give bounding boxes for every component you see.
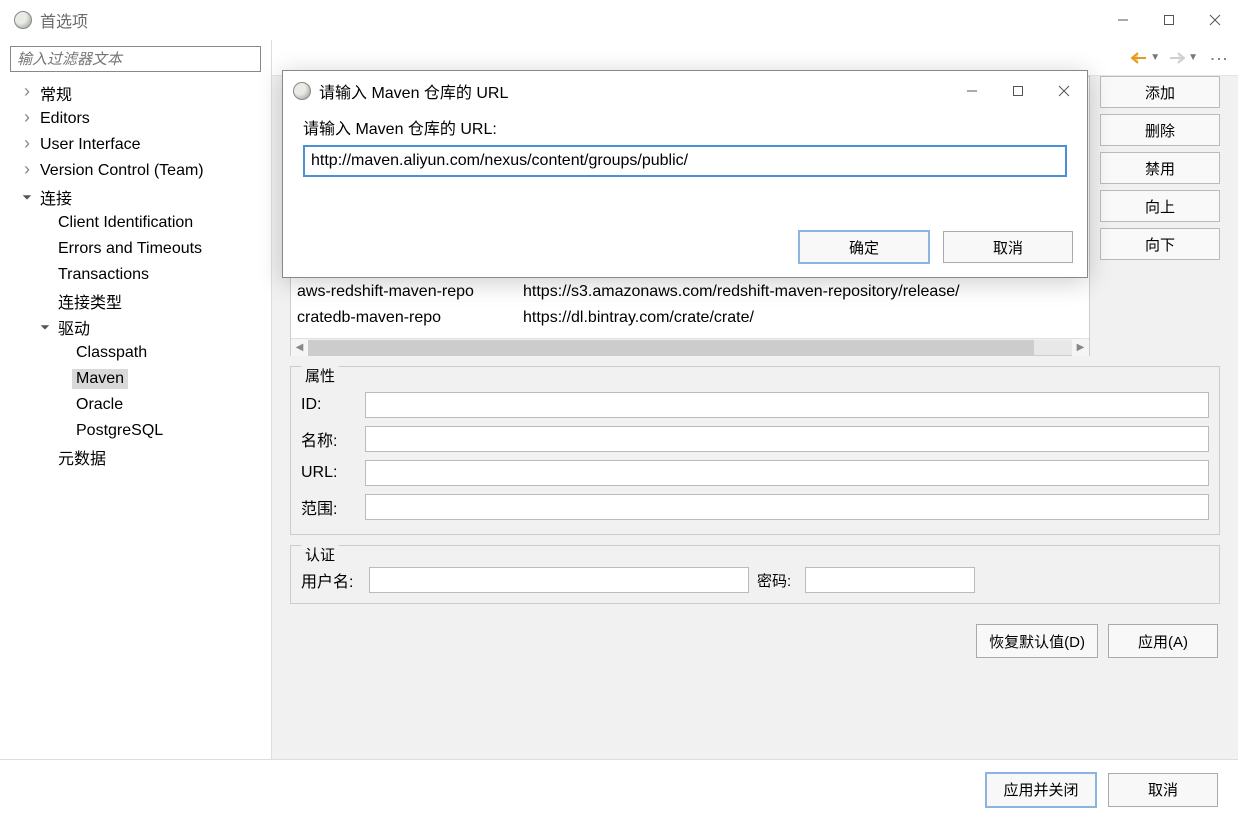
auth-group: 认证 用户名: 密码:	[290, 545, 1220, 604]
move-up-button[interactable]: 向上	[1100, 190, 1220, 222]
cancel-button[interactable]: 取消	[1108, 773, 1218, 807]
horizontal-scrollbar[interactable]: ◀ ▶	[291, 338, 1089, 355]
apply-and-close-button[interactable]: 应用并关闭	[986, 773, 1096, 807]
input-dialog: 请输入 Maven 仓库的 URL 请输入 Maven 仓库的 URL: 确定 …	[282, 70, 1088, 278]
password-label: 密码:	[757, 570, 797, 591]
chevron-right-icon	[20, 109, 34, 130]
tree-item-general[interactable]: 常规	[0, 80, 271, 106]
app-icon	[293, 82, 311, 100]
tree-item-postgres[interactable]: PostgreSQL	[0, 418, 271, 444]
nav-forward-dropdown[interactable]: ▼	[1188, 52, 1198, 63]
tree-item-oracle[interactable]: Oracle	[0, 392, 271, 418]
tree-item-errors[interactable]: Errors and Timeouts	[0, 236, 271, 262]
tree-item-connection[interactable]: 连接	[0, 184, 271, 210]
table-row[interactable]: aws-redshift-maven-repo https://s3.amazo…	[297, 279, 1083, 305]
tree-item-transactions[interactable]: Transactions	[0, 262, 271, 288]
remove-button[interactable]: 删除	[1100, 114, 1220, 146]
properties-group-title: 属性	[301, 365, 339, 386]
window-title: 首选项	[40, 8, 1100, 32]
scroll-left-icon[interactable]: ◀	[291, 339, 308, 356]
apply-button[interactable]: 应用(A)	[1108, 624, 1218, 658]
tree-item-conn-types[interactable]: 连接类型	[0, 288, 271, 314]
scope-field[interactable]	[365, 494, 1209, 520]
username-field[interactable]	[369, 567, 749, 593]
tree-item-classpath[interactable]: Classpath	[0, 340, 271, 366]
chevron-down-icon	[38, 320, 52, 335]
id-field[interactable]	[365, 392, 1209, 418]
dialog-button-bar: 应用并关闭 取消	[0, 759, 1238, 819]
dialog-close-button[interactable]	[1041, 71, 1087, 111]
view-menu-icon[interactable]: ⋮	[1208, 50, 1230, 66]
auth-group-title: 认证	[301, 544, 339, 565]
filter-input[interactable]	[10, 46, 261, 72]
tree-item-client-id[interactable]: Client Identification	[0, 210, 271, 236]
disable-button[interactable]: 禁用	[1100, 152, 1220, 184]
nav-back-dropdown[interactable]: ▼	[1150, 52, 1160, 63]
maximize-button[interactable]	[1146, 0, 1192, 40]
add-button[interactable]: 添加	[1100, 76, 1220, 108]
id-label: ID:	[301, 396, 357, 414]
url-field[interactable]	[365, 460, 1209, 486]
close-button[interactable]	[1192, 0, 1238, 40]
nav-forward-button[interactable]	[1166, 47, 1188, 69]
move-down-button[interactable]: 向下	[1100, 228, 1220, 260]
chevron-down-icon	[20, 190, 34, 205]
tree-item-drivers[interactable]: 驱动	[0, 314, 271, 340]
nav-back-button[interactable]	[1128, 47, 1150, 69]
dialog-titlebar: 请输入 Maven 仓库的 URL	[283, 71, 1087, 111]
tree-item-vcs[interactable]: Version Control (Team)	[0, 158, 271, 184]
dialog-minimize-button[interactable]	[949, 71, 995, 111]
url-label: URL:	[301, 464, 357, 482]
dialog-title: 请输入 Maven 仓库的 URL	[319, 79, 949, 103]
chevron-right-icon	[20, 135, 34, 156]
name-field[interactable]	[365, 426, 1209, 452]
repo-id: aws-redshift-maven-repo	[297, 283, 523, 301]
repo-id: cratedb-maven-repo	[297, 309, 523, 327]
scope-label: 范围:	[301, 495, 357, 519]
preferences-tree: 常规 Editors User Interface Version Contro…	[0, 80, 271, 759]
chevron-right-icon	[20, 83, 34, 104]
ok-button[interactable]: 确定	[799, 231, 929, 263]
minimize-button[interactable]	[1100, 0, 1146, 40]
tree-item-editors[interactable]: Editors	[0, 106, 271, 132]
properties-group: 属性 ID: 名称: URL: 范围:	[290, 366, 1220, 535]
tree-item-ui[interactable]: User Interface	[0, 132, 271, 158]
dialog-cancel-button[interactable]: 取消	[943, 231, 1073, 263]
maven-url-input[interactable]	[303, 145, 1067, 177]
tree-item-metadata[interactable]: 元数据	[0, 444, 271, 470]
chevron-right-icon	[20, 161, 34, 182]
sidebar: 常规 Editors User Interface Version Contro…	[0, 40, 272, 759]
scrollbar-thumb[interactable]	[308, 340, 1034, 355]
username-label: 用户名:	[301, 568, 361, 592]
tree-item-maven[interactable]: Maven	[0, 366, 271, 392]
dialog-maximize-button[interactable]	[995, 71, 1041, 111]
main-titlebar: 首选项	[0, 0, 1238, 40]
repo-url: https://dl.bintray.com/crate/crate/	[523, 309, 754, 327]
name-label: 名称:	[301, 427, 357, 451]
repo-url: https://s3.amazonaws.com/redshift-maven-…	[523, 283, 960, 301]
app-icon	[14, 11, 32, 29]
scroll-right-icon[interactable]: ▶	[1072, 339, 1089, 356]
table-row[interactable]: cratedb-maven-repo https://dl.bintray.co…	[297, 305, 1083, 331]
restore-defaults-button[interactable]: 恢复默认值(D)	[976, 624, 1098, 658]
password-field[interactable]	[805, 567, 975, 593]
dialog-prompt: 请输入 Maven 仓库的 URL:	[303, 115, 1067, 139]
